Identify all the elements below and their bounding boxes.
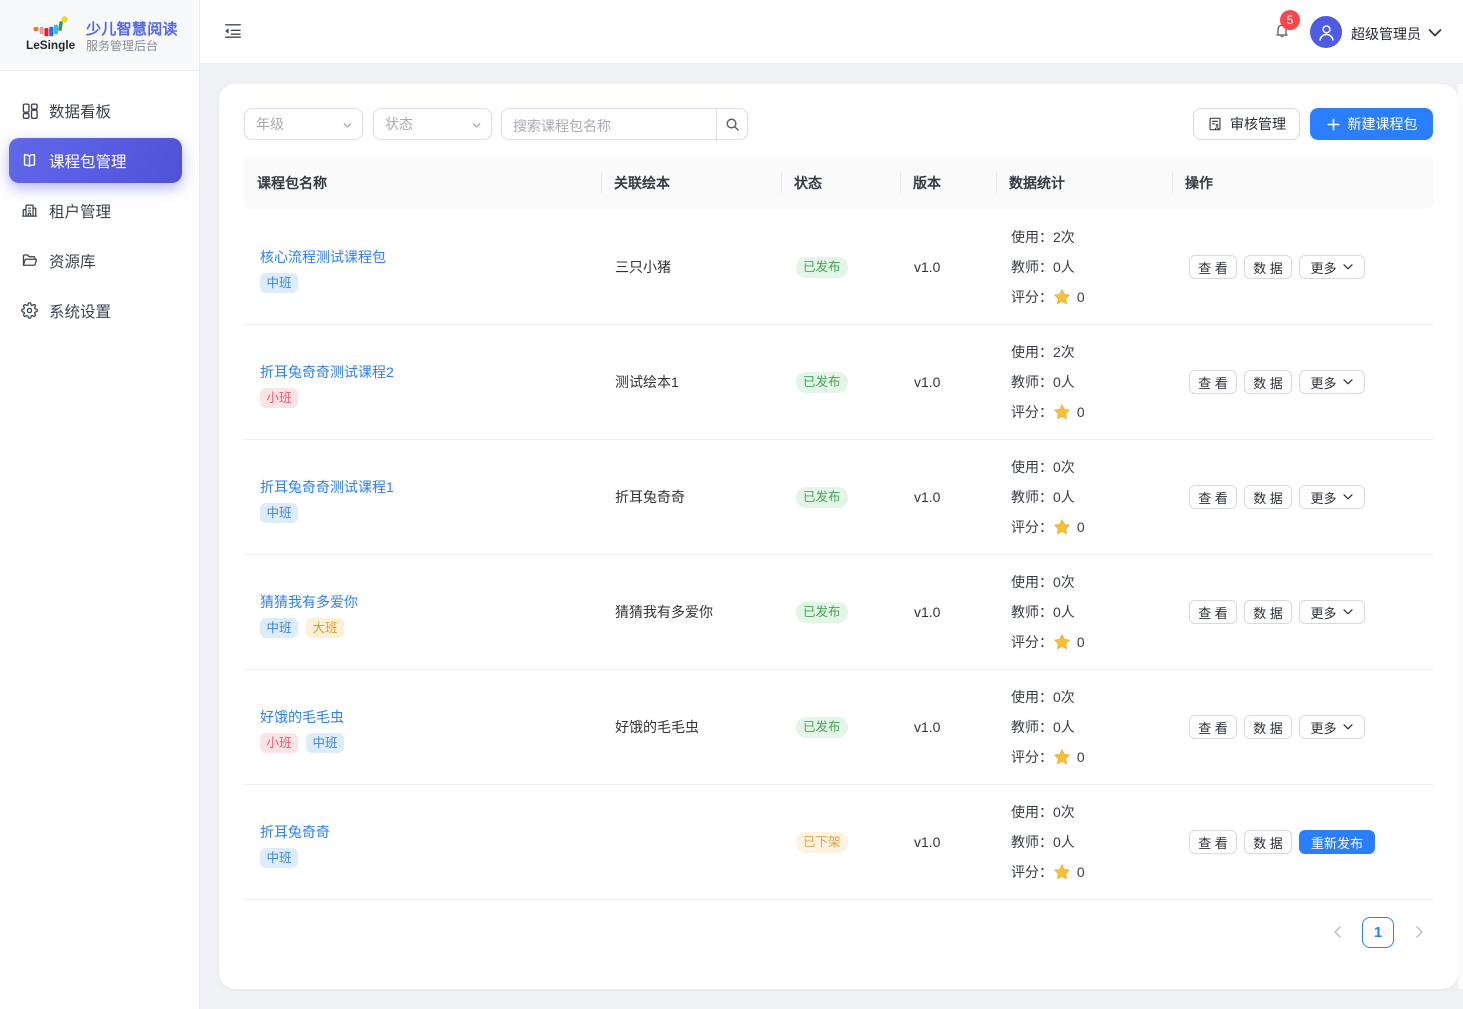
svg-text:LeSingle: LeSingle [26, 38, 76, 52]
